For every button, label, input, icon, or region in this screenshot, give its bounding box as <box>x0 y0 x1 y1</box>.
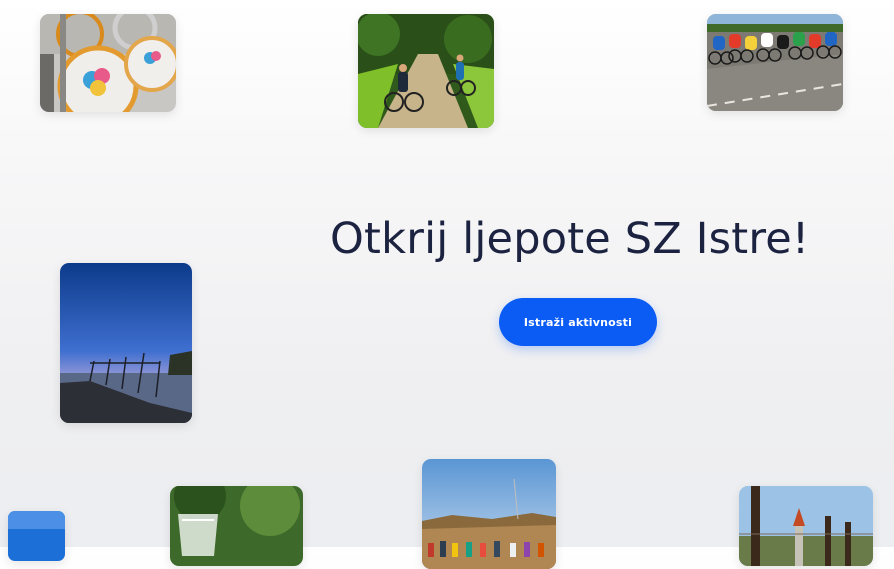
hero-title: Otkrij ljepote SZ Istre! <box>330 214 810 264</box>
photo-tile-wine-glass <box>170 486 303 566</box>
photo-tile-sea <box>8 511 65 561</box>
photo-tile-road-race <box>707 14 843 111</box>
photo-tile-forest-cycling <box>358 14 494 128</box>
road-race-image <box>707 14 843 111</box>
sunset-coast-image <box>60 263 192 423</box>
wine-glass-image <box>170 486 303 566</box>
photo-tile-bike-sharing <box>40 14 176 112</box>
explore-activities-button[interactable]: Istraži aktivnosti <box>499 298 657 346</box>
sea-image <box>8 511 65 561</box>
photo-tile-sunset-coast <box>60 263 192 423</box>
field-crowd-image <box>422 459 556 569</box>
vineyard-image <box>739 486 873 566</box>
photo-tile-field-crowd <box>422 459 556 569</box>
forest-cycling-image <box>358 14 494 128</box>
bike-sharing-image <box>40 14 176 112</box>
photo-tile-vineyard <box>739 486 873 566</box>
